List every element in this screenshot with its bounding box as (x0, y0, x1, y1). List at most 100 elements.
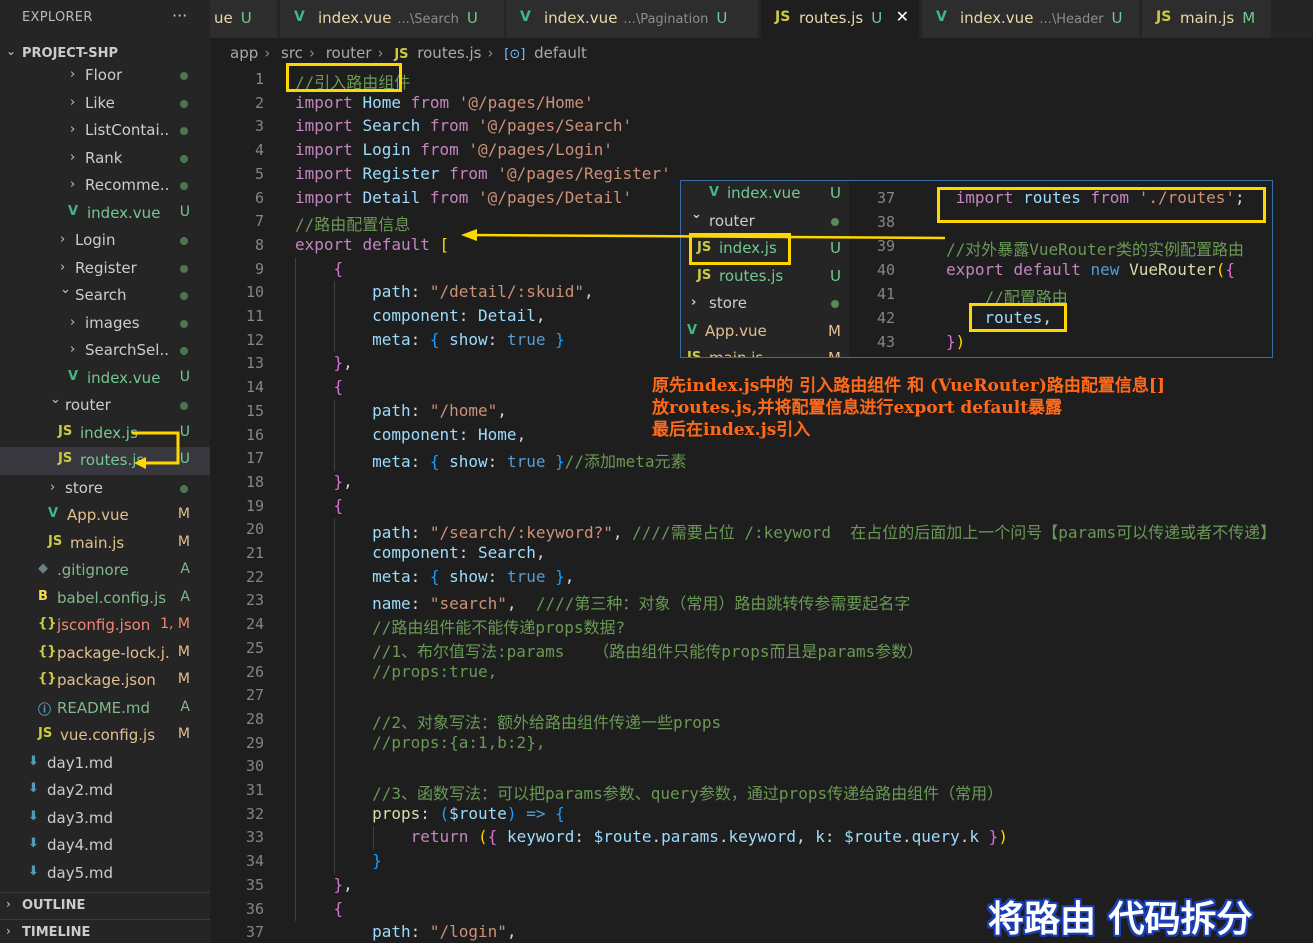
code-line[interactable]: 22 meta: { show: true }, (210, 566, 1313, 590)
code-line[interactable]: 4 import Login from '@/pages/Login' (210, 139, 1313, 163)
breadcrumb-src[interactable]: src (281, 44, 303, 62)
breadcrumb-router[interactable]: router (326, 44, 372, 62)
file-tree: › Floor › Like › ListContai... › Rank › Recomme..… (0, 62, 210, 887)
tree-item-label: index.vue (87, 203, 161, 222)
code-token: export (946, 260, 1004, 279)
breadcrumb-app[interactable]: app (230, 44, 258, 62)
code-line[interactable]: 31 //3、函数写法：可以把params参数、query参数，通过props传… (210, 779, 1313, 803)
code-text: } (295, 851, 382, 870)
tree-item[interactable]: Vindex.vue U (0, 365, 210, 393)
code-token: : (410, 922, 430, 942)
code-line[interactable]: 2 import Home from '@/pages/Home' (210, 92, 1313, 116)
outline-panel-header[interactable]: › OUTLINE (0, 892, 210, 916)
tab-label: index.vue ...\Header U (960, 9, 1123, 27)
markdown-file-icon: ⬇ (28, 863, 39, 879)
tree-item[interactable]: ⬇ day4.md (0, 832, 210, 860)
editor-tab[interactable]: Vindex.vue ...\Header U (922, 0, 1140, 38)
code-line[interactable]: 20 path: "/search/:keyword?", ////需要占位 /… (210, 518, 1313, 542)
tree-item[interactable]: › Like (0, 90, 210, 118)
code-line[interactable]: 3 import Search from '@/pages/Search' (210, 115, 1313, 139)
status-dot-icon (180, 347, 188, 355)
code-token: } (372, 851, 382, 871)
git-status-badge: M (177, 533, 190, 550)
git-status-badge: M (177, 506, 190, 522)
code-token: Detail (478, 306, 536, 325)
breadcrumb-file[interactable]: routes.js (417, 44, 481, 62)
tree-item[interactable]: JS main.js M (0, 530, 210, 558)
code-token: : (458, 424, 479, 444)
tree-item[interactable]: ⓘ README.md A (0, 695, 210, 723)
code-line[interactable]: 26 //props:true, (210, 661, 1313, 685)
tree-item[interactable]: ⌄ router (0, 392, 210, 420)
tree-item[interactable]: › Rank (0, 145, 210, 173)
code-token: { (429, 329, 440, 349)
git-status-badge: M (177, 726, 190, 742)
editor-tab[interactable]: JS main.js M (1142, 0, 1272, 38)
tree-item[interactable]: ⬇ day1.md (0, 750, 210, 778)
line-number: 35 (245, 875, 264, 894)
tree-item[interactable]: ⬇ day5.md (0, 860, 210, 888)
tree-item[interactable]: › ListContai... (0, 117, 210, 145)
tree-item[interactable]: {} package-lock.j... M (0, 640, 210, 668)
code-line[interactable]: 28 //2、对象写法：额外给路由组件传递一些props (210, 708, 1313, 732)
editor-tab[interactable]: Vindex.vue ...\Pagination U (506, 0, 759, 38)
tree-item[interactable]: ◆ .gitignore A (0, 557, 210, 585)
tree-item[interactable]: Vindex.vue U (0, 200, 210, 228)
project-section-header[interactable]: ⌄ PROJECT-SHP (0, 44, 210, 64)
tree-item[interactable]: ⌄ Search (0, 282, 210, 310)
code-line[interactable]: 17 meta: { show: true }//添加meta元素 (210, 447, 1313, 471)
tree-item[interactable]: › store (0, 475, 210, 503)
inset-screenshot: Vindex.vue U ⌄ router JS index.js U JS routes.js… (680, 180, 1273, 358)
tree-item-label: day4.md (47, 836, 114, 854)
tree-item[interactable]: › images (0, 310, 210, 338)
more-actions-icon[interactable]: ··· (172, 6, 187, 25)
tree-item[interactable]: › SearchSel... (0, 337, 210, 365)
code-line[interactable]: 30 (210, 755, 1313, 779)
code-token: from (429, 187, 469, 207)
timeline-panel-header[interactable]: › TIMELINE (0, 919, 210, 943)
status-dot-icon (180, 182, 188, 190)
breadcrumb-symbol[interactable]: default (534, 44, 587, 62)
code-line[interactable]: 27 (210, 684, 1313, 708)
code-text: { (295, 259, 344, 278)
tree-item[interactable]: V App.vue M (0, 502, 210, 530)
editor-tab[interactable]: Vindex.vue ...\Search U (280, 0, 505, 38)
tree-item[interactable]: JS vue.config.js M (0, 722, 210, 750)
tree-item[interactable]: Bbabel.config.js A (0, 585, 210, 613)
markdown-file-icon: ⬇ (28, 836, 39, 851)
line-number: 2 (254, 93, 264, 112)
code-line[interactable]: 34 } (210, 850, 1313, 874)
code-token: , (497, 400, 507, 420)
code-token: } (333, 874, 344, 894)
line-number: 32 (245, 804, 264, 823)
editor-tab[interactable]: JS routes.js U ✕ (761, 0, 920, 38)
code-token: show (449, 452, 488, 472)
code-line[interactable]: 33 return ({ keyword: $route.params.keyw… (210, 826, 1313, 850)
tree-item[interactable]: ⬇ day2.md (0, 777, 210, 805)
tree-item[interactable]: {} jsconfig.json 1, M (0, 612, 210, 640)
code-line[interactable]: 25 //1、布尔值写法:params （路由组件只能传props而且是para… (210, 637, 1313, 661)
line-number: 33 (245, 828, 264, 847)
tree-item[interactable]: ⬇ day3.md (0, 805, 210, 833)
code-line[interactable]: 18 }, (210, 471, 1313, 495)
editor-tab[interactable]: ue U (210, 0, 278, 38)
code-line[interactable]: 23 name: "search", ////第三种：对象（常用）路由跳转传参需… (210, 589, 1313, 613)
code-text: }, (295, 875, 353, 894)
code-line[interactable]: 19 { (210, 495, 1313, 519)
code-line[interactable]: 29 //props:{a:1,b:2}, (210, 732, 1313, 756)
code-line[interactable]: 21 component: Search, (210, 542, 1313, 566)
code-line[interactable]: 24 //路由组件能不能传递props数据? (210, 613, 1313, 637)
code-token: : (574, 827, 594, 847)
tree-item[interactable]: › Floor (0, 62, 210, 90)
code-token: , (343, 471, 353, 491)
tree-item[interactable]: {} package.json M (0, 667, 210, 695)
tab-git-status: U (466, 9, 478, 27)
tree-item[interactable]: › Register (0, 255, 210, 283)
tree-item[interactable]: › Recomme... (0, 172, 210, 200)
tree-item[interactable]: › Login (0, 227, 210, 255)
code-line[interactable]: 32 props: ($route) => { (210, 803, 1313, 827)
close-icon[interactable]: ✕ (896, 7, 909, 26)
